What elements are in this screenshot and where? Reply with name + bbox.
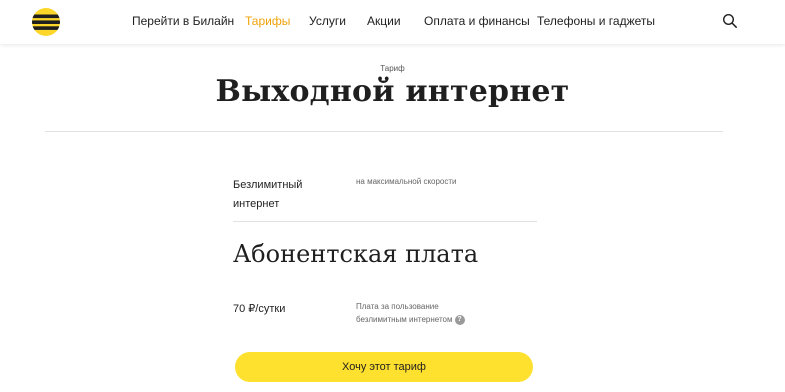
search-icon[interactable] bbox=[722, 13, 738, 29]
site-header: Перейти в Билайн Тарифы Услуги Акции Опл… bbox=[0, 0, 785, 44]
help-icon[interactable]: ? bbox=[454, 314, 465, 325]
want-tariff-button[interactable]: Хочу этот тариф bbox=[235, 352, 533, 382]
nav-item-phones[interactable]: Телефоны и гаджеты bbox=[537, 14, 655, 28]
nav-item-tariffs[interactable]: Тарифы bbox=[245, 14, 290, 28]
nav-item-payment[interactable]: Оплата и финансы bbox=[424, 14, 530, 28]
fee-description-line2-text: безлимитным интернетом bbox=[356, 315, 453, 324]
tariff-eyebrow: Тариф bbox=[380, 64, 405, 73]
feature-divider bbox=[233, 221, 537, 222]
fee-description: Плата за пользование безлимитным интерне… bbox=[356, 300, 526, 326]
nav-item-services[interactable]: Услуги bbox=[309, 14, 346, 28]
nav-item-beeline[interactable]: Перейти в Билайн bbox=[132, 14, 234, 28]
title-divider bbox=[45, 131, 723, 132]
feature-description: на максимальной скорости bbox=[356, 177, 457, 186]
feature-name-line2: интернет bbox=[233, 198, 280, 210]
beeline-logo-icon[interactable] bbox=[32, 8, 60, 36]
fee-section-title: Абонентская плата bbox=[233, 240, 479, 268]
fee-description-line1: Плата за пользование bbox=[356, 302, 439, 311]
fee-price: 70 ₽/сутки bbox=[233, 303, 286, 315]
nav-item-promotions[interactable]: Акции bbox=[367, 14, 401, 28]
fee-description-line2: безлимитным интернетом? bbox=[356, 313, 526, 326]
feature-name-line1: Безлимитный bbox=[233, 179, 303, 191]
page-title: Выходной интернет bbox=[215, 74, 570, 109]
feature-name: Безлимитный интернет bbox=[233, 176, 343, 214]
